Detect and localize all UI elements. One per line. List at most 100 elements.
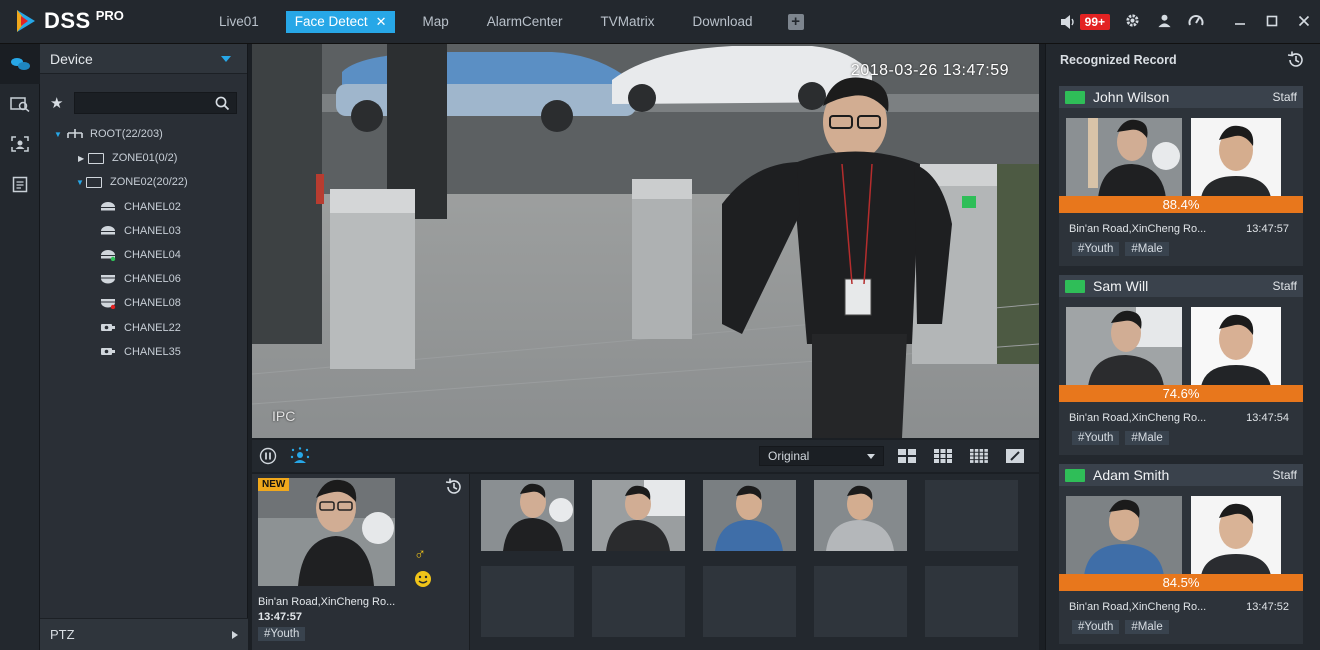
record-card-header: Adam Smith Staff (1059, 464, 1303, 486)
maximize-icon[interactable] (1256, 14, 1288, 31)
close-icon[interactable] (1288, 14, 1320, 31)
tab-alarm-center[interactable]: AlarmCenter (468, 11, 582, 33)
layout-switcher (889, 440, 1033, 472)
tree-root[interactable]: ▼ ROOT(22/203) (40, 122, 247, 146)
tab-download[interactable]: Download (674, 11, 772, 33)
caret-right-icon[interactable]: ▶ (78, 154, 88, 163)
tab-face-detect-label: Face Detect (294, 14, 368, 29)
dome-camera-alarm-icon (101, 299, 116, 310)
tree-root-label: ROOT(22/203) (90, 128, 163, 141)
caret-down-icon[interactable]: ▼ (76, 178, 86, 187)
dome-camera-icon (101, 225, 115, 235)
ptz-panel-toggle[interactable]: PTZ (40, 618, 248, 650)
record-card-header: John Wilson Staff (1059, 86, 1303, 108)
record-card[interactable]: Sam Will Staff 74.6% Bin'an Road,XinChen… (1059, 275, 1303, 455)
snapshot-image (1066, 307, 1182, 387)
alarm-indicator[interactable]: 99+ (1059, 14, 1110, 30)
rail-face-search[interactable] (0, 84, 40, 124)
rail-face-library[interactable] (0, 124, 40, 164)
search-icon[interactable] (215, 96, 230, 111)
person-role: Staff (1272, 279, 1297, 293)
capture-thumb[interactable] (481, 480, 574, 551)
plus-icon[interactable]: + (787, 14, 804, 30)
window-controls: 99+ (1059, 0, 1320, 44)
caret-down-icon[interactable]: ▼ (54, 130, 64, 139)
face-detect-toggle-icon[interactable] (284, 440, 316, 472)
capture-thumb-empty (592, 566, 685, 637)
gauge-icon[interactable] (1180, 13, 1212, 31)
tree-channel-03[interactable]: CHANEL03 (40, 219, 247, 243)
capture-thumb[interactable] (703, 480, 796, 551)
channel-label: CHANEL06 (124, 273, 181, 286)
device-search: ★ (40, 92, 247, 114)
chevron-down-icon[interactable] (221, 55, 231, 62)
similarity-score: 74.6% (1059, 385, 1303, 402)
tree-channel-22[interactable]: CHANEL22 (40, 316, 247, 340)
device-panel: Device ★ ▼ ROOT(22/203) ▶ ZONE01(0/2) ▼ … (40, 44, 248, 650)
tree-channel-04[interactable]: CHANEL04 (40, 243, 247, 267)
latest-capture-tag: #Youth (258, 627, 306, 641)
record-title: Recognized Record (1060, 53, 1177, 67)
capture-thumb[interactable] (814, 480, 907, 551)
left-icon-rail (0, 44, 40, 650)
user-icon[interactable] (1148, 13, 1180, 32)
edit-layout-icon[interactable] (997, 440, 1033, 472)
pause-icon[interactable] (252, 440, 284, 472)
tree-zone02[interactable]: ▼ ZONE02(20/22) (40, 170, 247, 194)
record-location: Bin'an Road,XinCheng Ro... (1069, 412, 1207, 424)
record-header: Recognized Record (1046, 44, 1320, 76)
tab-live01[interactable]: Live01 (200, 11, 278, 33)
record-card[interactable]: Adam Smith Staff 84.5% Bin'an Road,XinCh… (1059, 464, 1303, 644)
capture-thumb-empty (925, 566, 1018, 637)
stream-select[interactable]: Original (759, 446, 884, 466)
tree-channel-02[interactable]: CHANEL02 (40, 195, 247, 219)
live-video-view[interactable]: 2018-03-26 13:47:59 IPC (252, 44, 1039, 438)
record-tags: #Youth #Male (1072, 431, 1169, 445)
app-logo: DSS PRO (14, 8, 124, 34)
stream-select-value: Original (768, 449, 810, 463)
gear-icon[interactable] (1116, 13, 1148, 32)
video-watermark: IPC (272, 408, 296, 424)
tag: #Youth (1072, 431, 1120, 445)
tree-zone01-label: ZONE01(0/2) (112, 152, 178, 165)
app-name: DSS (44, 8, 91, 33)
history-icon[interactable] (444, 478, 464, 496)
device-tree: ▼ ROOT(22/203) ▶ ZONE01(0/2) ▼ ZONE02(20… (40, 122, 247, 364)
folder-icon (86, 176, 102, 188)
person-role: Staff (1272, 90, 1297, 104)
tab-map[interactable]: Map (403, 11, 467, 33)
record-card-header: Sam Will Staff (1059, 275, 1303, 297)
capture-thumb[interactable] (592, 480, 685, 551)
tree-zone01[interactable]: ▶ ZONE01(0/2) (40, 146, 247, 170)
device-search-input[interactable] (74, 93, 215, 113)
record-card[interactable]: John Wilson Staff 88.4% Bin'an Road,XinC… (1059, 86, 1303, 266)
tab-face-detect[interactable]: Face Detect ✕ (285, 11, 396, 33)
layout-3x3-icon[interactable] (925, 440, 961, 472)
tab-tv-matrix[interactable]: TVMatrix (582, 11, 674, 33)
tag: #Youth (1072, 242, 1120, 256)
minimize-icon[interactable] (1224, 14, 1256, 31)
record-time: 13:47:57 (1246, 223, 1289, 235)
person-role: Staff (1272, 468, 1297, 482)
history-icon[interactable] (1286, 51, 1306, 69)
person-name: Sam Will (1093, 278, 1149, 294)
tree-channel-08[interactable]: CHANEL08 (40, 291, 247, 315)
layout-2x2-icon[interactable] (889, 440, 925, 472)
tab-close-icon[interactable]: ✕ (376, 11, 387, 33)
smile-icon (415, 571, 431, 587)
caret-right-icon[interactable] (232, 630, 238, 639)
person-name: John Wilson (1093, 89, 1170, 105)
app-edition: PRO (95, 7, 124, 23)
device-search-box (73, 92, 237, 114)
rail-device[interactable] (0, 44, 40, 84)
similarity-score: 84.5% (1059, 574, 1303, 591)
latest-capture[interactable]: NEW ♂ Bin'an Road,XinCheng Ro... 13:47:5… (252, 474, 470, 650)
tree-channel-35[interactable]: CHANEL35 (40, 340, 247, 364)
star-icon[interactable]: ★ (50, 94, 74, 112)
tree-channel-06[interactable]: CHANEL06 (40, 267, 247, 291)
recognized-record-panel: Recognized Record John Wilson Staff 88.4… (1045, 44, 1320, 650)
device-panel-header[interactable]: Device (40, 44, 247, 74)
library-face-image (1191, 118, 1281, 198)
rail-records[interactable] (0, 164, 40, 204)
layout-4x4-icon[interactable] (961, 440, 997, 472)
